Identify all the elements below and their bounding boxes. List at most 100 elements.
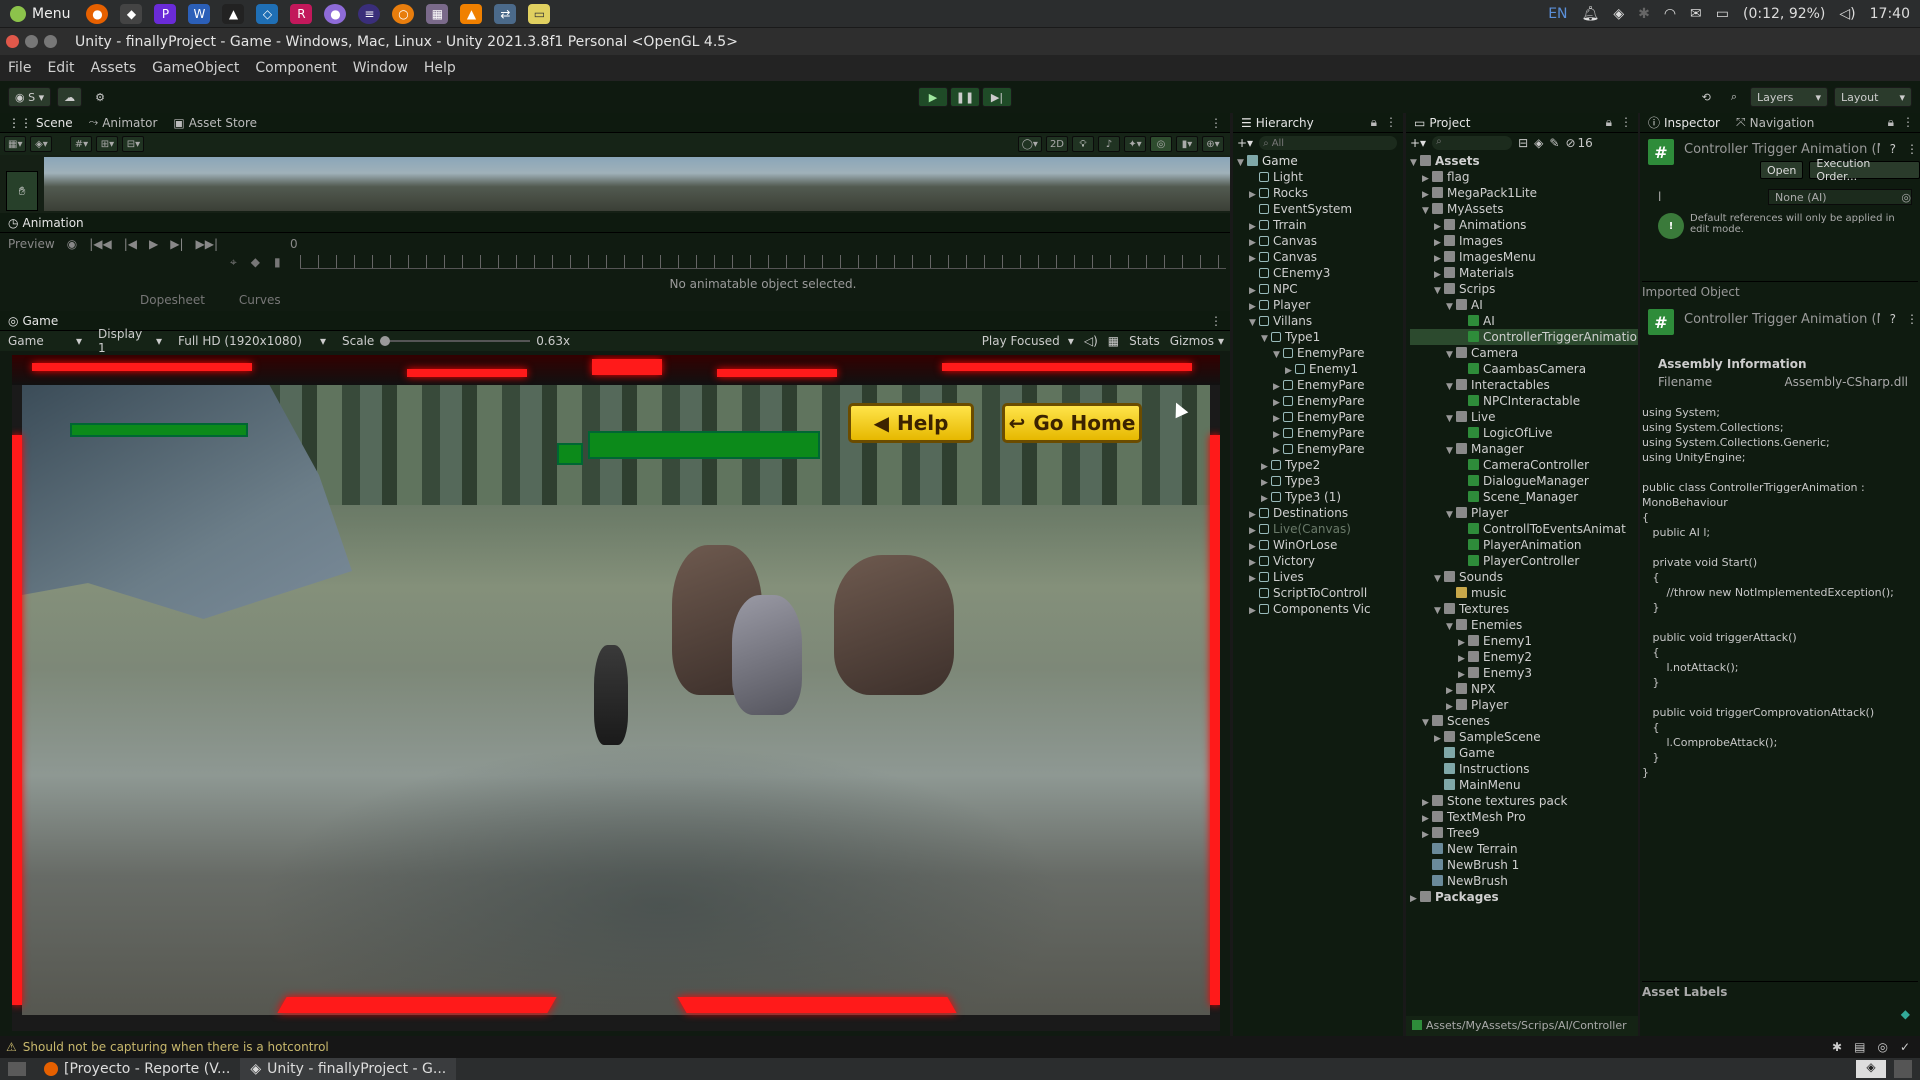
gizmos-dropdown[interactable]: ⊕▾ (1202, 136, 1224, 152)
hierarchy-item-row[interactable]: ▶ Lives (1237, 569, 1403, 585)
project-item-row[interactable]: ▼ Scrips (1410, 281, 1638, 297)
hierarchy-search[interactable]: ⌕ All (1259, 136, 1397, 150)
grid-dropdown[interactable]: ⊞▾ (96, 136, 119, 152)
network-icon[interactable]: ◎ (1877, 1040, 1887, 1054)
project-item-row[interactable]: ▼ Player (1410, 505, 1638, 521)
media-icon[interactable]: ▦ (426, 3, 449, 24)
collapsed-arrow-icon[interactable]: ▶ (1422, 171, 1432, 185)
tab-inspector[interactable]: ⓘ Inspector (1640, 114, 1728, 131)
lighting-toggle[interactable]: 💡︎ (1072, 136, 1094, 152)
project-item-row[interactable]: DialogueManager (1410, 473, 1638, 489)
asset-label-tag-icon[interactable]: ◆ (1901, 1007, 1910, 1021)
create-asset-button[interactable]: +▾ (1410, 136, 1426, 150)
collapsed-arrow-icon[interactable]: ▶ (1422, 827, 1432, 841)
open-button[interactable]: Open (1760, 161, 1804, 179)
hierarchy-item-row[interactable]: ▶ EnemyPare (1237, 425, 1403, 441)
project-item-row[interactable]: Game (1410, 745, 1638, 761)
game-mode-dropdown[interactable]: Game ▾ (0, 334, 90, 348)
minimize-window-button[interactable] (25, 35, 38, 48)
project-item-row[interactable]: ▼ Textures (1410, 601, 1638, 617)
hierarchy-item-row[interactable]: EventSystem (1237, 201, 1403, 217)
project-item-row[interactable]: AI (1410, 313, 1638, 329)
collapsed-arrow-icon[interactable]: ▶ (1249, 571, 1259, 585)
tray-unity-icon[interactable]: ◈ (1856, 1060, 1886, 1078)
menu-gameobject[interactable]: GameObject (144, 60, 247, 76)
project-item-row[interactable]: CameraController (1410, 457, 1638, 473)
collapsed-arrow-icon[interactable]: ▶ (1273, 379, 1283, 393)
collapsed-arrow-icon[interactable]: ▶ (1434, 731, 1444, 745)
layers-dropdown[interactable]: Layers ▾ (1750, 87, 1828, 107)
project-item-row[interactable]: ▶ Materials (1410, 265, 1638, 281)
project-item-row[interactable]: NewBrush (1410, 873, 1638, 889)
project-item-row[interactable]: ▶ Player (1410, 697, 1638, 713)
favorite-icon[interactable]: ✎ (1549, 136, 1559, 150)
keyboard-shortcuts-icon[interactable]: ▦ (1108, 334, 1119, 348)
eclipse-icon[interactable]: ≡ (358, 3, 381, 24)
hierarchy-item-row[interactable]: ▶ Destinations (1237, 505, 1403, 521)
collab-button[interactable]: ⚙ (88, 87, 112, 107)
menu-assets[interactable]: Assets (83, 60, 145, 76)
first-key-button[interactable]: |◀◀ (89, 237, 112, 251)
project-item-row[interactable]: LogicOfLive (1410, 425, 1638, 441)
collapsed-arrow-icon[interactable]: ▶ (1273, 443, 1283, 457)
orbit-dropdown[interactable]: ◯▾ (1017, 136, 1042, 152)
volume-icon[interactable]: ◁) (1839, 6, 1855, 22)
settings-menu-icon[interactable]: ⋮ (1906, 142, 1918, 156)
maximize-window-button[interactable] (44, 35, 57, 48)
panel-menu-icon[interactable]: ⋮ (1385, 115, 1397, 130)
tab-dopesheet[interactable]: Dopesheet (140, 293, 205, 307)
expanded-arrow-icon[interactable]: ▼ (1410, 155, 1420, 169)
project-item-row[interactable]: ▶ TextMesh Pro (1410, 809, 1638, 825)
hierarchy-item-row[interactable]: CEnemy3 (1237, 265, 1403, 281)
close-window-button[interactable] (6, 35, 19, 48)
collapsed-arrow-icon[interactable]: ▶ (1261, 491, 1271, 505)
draw-mode-dropdown[interactable]: ▦▾ (4, 136, 27, 152)
collapsed-arrow-icon[interactable]: ▶ (1410, 891, 1420, 905)
display-dropdown[interactable]: Display 1 ▾ (90, 327, 170, 355)
menu-window[interactable]: Window (345, 60, 416, 76)
collapsed-arrow-icon[interactable]: ▶ (1434, 251, 1444, 265)
hierarchy-item-row[interactable]: ▶ Type2 (1237, 457, 1403, 473)
project-item-row[interactable]: ▼ Live (1410, 409, 1638, 425)
taskbar-firefox[interactable]: [Proyecto - Reporte (V... (34, 1058, 240, 1080)
animation-timeline[interactable] (300, 255, 1226, 269)
expanded-arrow-icon[interactable]: ▼ (1237, 155, 1247, 169)
collapsed-arrow-icon[interactable]: ▶ (1249, 507, 1259, 521)
collapsed-arrow-icon[interactable]: ▶ (1261, 475, 1271, 489)
collapsed-arrow-icon[interactable]: ▶ (1273, 395, 1283, 409)
tray-monitor-icon[interactable] (1894, 1060, 1912, 1078)
expanded-arrow-icon[interactable]: ▼ (1446, 379, 1456, 393)
settings-menu-icon[interactable]: ⋮ (1906, 312, 1918, 335)
project-item-row[interactable]: ControllToEventsAnimat (1410, 521, 1638, 537)
hierarchy-item-row[interactable]: ▶ Components Vic (1237, 601, 1403, 617)
tab-animator[interactable]: ⤳ Animator (81, 115, 166, 130)
panel-menu-icon[interactable]: ⋮ (1620, 115, 1632, 130)
collapsed-arrow-icon[interactable]: ▶ (1273, 411, 1283, 425)
hierarchy-item-row[interactable]: ▶ Type3 (1237, 473, 1403, 489)
search-by-label-icon[interactable]: ◈ (1534, 136, 1543, 150)
collapsed-arrow-icon[interactable]: ▶ (1249, 603, 1259, 617)
os-menu-button[interactable]: Menu (0, 5, 80, 22)
vscode-icon[interactable]: ◇ (256, 3, 279, 24)
collapsed-arrow-icon[interactable]: ▶ (1249, 187, 1259, 201)
hierarchy-item-row[interactable]: ▶ EnemyPare (1237, 393, 1403, 409)
battery-status[interactable]: (0:12, 92%) (1743, 6, 1825, 22)
expanded-arrow-icon[interactable]: ▼ (1446, 443, 1456, 457)
expanded-arrow-icon[interactable]: ▼ (1422, 715, 1432, 729)
project-item-row[interactable]: ▶ Packages (1410, 889, 1638, 905)
hierarchy-item-row[interactable]: ▼ EnemyPare (1237, 345, 1403, 361)
layout-dropdown[interactable]: Layout ▾ (1834, 87, 1912, 107)
none-ai-field[interactable]: None (AI) ◎ (1768, 189, 1912, 205)
hierarchy-item-row[interactable]: ▶ EnemyPare (1237, 377, 1403, 393)
event-marker-icon[interactable]: ▮ (274, 255, 281, 270)
blender-icon[interactable]: ○ (392, 3, 415, 24)
hierarchy-item-row[interactable]: ▼ Villans (1237, 313, 1403, 329)
help-icon[interactable]: ? (1890, 142, 1896, 156)
notification-bell-icon[interactable]: 🔔︎ (1582, 6, 1600, 22)
project-item-row[interactable]: ▼ MyAssets (1410, 201, 1638, 217)
hierarchy-item-row[interactable]: ▶ WinOrLose (1237, 537, 1403, 553)
project-item-row[interactable]: ControllerTriggerAnimatio (1410, 329, 1638, 345)
project-search[interactable]: ⌕ (1432, 136, 1513, 150)
shading-dropdown[interactable]: ◈▾ (30, 136, 53, 152)
vlc-icon[interactable]: ▲ (460, 3, 483, 24)
